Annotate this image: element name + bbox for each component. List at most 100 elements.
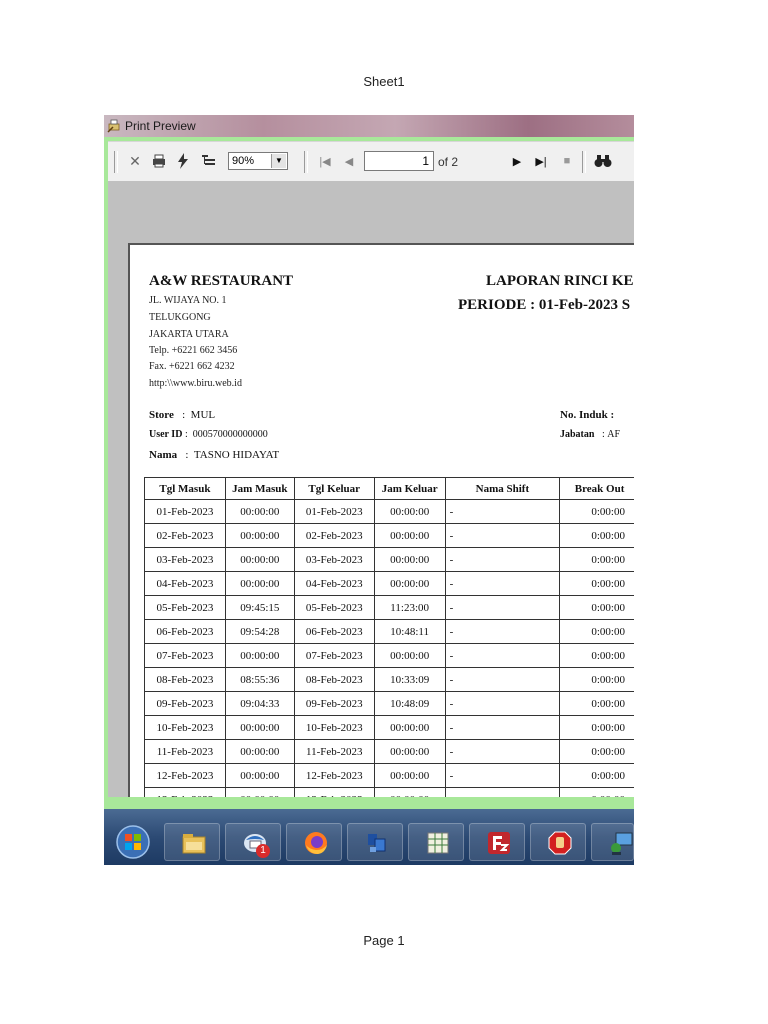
jam-keluar-cell: 00:00:00 <box>373 643 446 668</box>
tgl-masuk-cell: 09-Feb-2023 <box>144 691 226 716</box>
nama-row: Nama : TASNO HIDAYAT <box>149 449 280 461</box>
break-out-cell: 0:00:00 <box>559 715 634 740</box>
jam-masuk-cell: 00:00:00 <box>224 763 295 788</box>
zoom-select[interactable]: 90% ▼ <box>228 152 288 170</box>
tgl-masuk-cell: 04-Feb-2023 <box>144 571 226 596</box>
previous-page-icon[interactable]: ◀ <box>340 152 358 170</box>
taskbar-spreadsheet[interactable] <box>408 823 464 861</box>
store-row: Store : MUL <box>149 409 216 421</box>
stop-hand-icon <box>548 831 572 855</box>
taskbar-thunderbird[interactable]: 1 <box>225 823 281 861</box>
column-header: Jam Masuk <box>224 477 295 500</box>
tgl-keluar-cell: 02-Feb-2023 <box>293 523 375 548</box>
table-row: 06-Feb-2023 09:54:28 06-Feb-2023 10:48:11-0… <box>144 619 634 644</box>
nama-shift-cell: - <box>444 763 561 788</box>
table-row: 11-Feb-2023 00:00:00 11-Feb-2023 00:00:00-0… <box>144 739 634 764</box>
jam-keluar-cell: 11:23:00 <box>373 595 446 620</box>
tgl-keluar-cell: 09-Feb-2023 <box>293 691 375 716</box>
last-page-icon[interactable]: ▶| <box>532 152 550 170</box>
taskbar-stop-app[interactable] <box>530 823 586 861</box>
report-title: LAPORAN RINCI KE <box>486 273 634 289</box>
taskbar: 1 <box>104 809 634 865</box>
jam-masuk-cell: 00:00:00 <box>224 643 295 668</box>
address-line: JAKARTA UTARA <box>149 329 229 340</box>
column-header: Break Out <box>559 477 634 500</box>
table-row: 10-Feb-2023 00:00:00 10-Feb-2023 00:00:00-0… <box>144 715 634 740</box>
taskbar-firefox[interactable] <box>286 823 342 861</box>
nama-shift-cell: - <box>444 571 561 596</box>
tree-view-icon[interactable] <box>200 152 218 170</box>
taskbar-filezilla[interactable] <box>469 823 525 861</box>
page-of-label: of 2 <box>438 155 459 169</box>
close-icon[interactable]: ✕ <box>126 152 144 170</box>
tgl-masuk-cell: 11-Feb-2023 <box>144 739 226 764</box>
notification-badge: 1 <box>256 844 270 858</box>
nama-shift-cell: - <box>444 499 561 524</box>
tgl-masuk-cell: 06-Feb-2023 <box>144 619 226 644</box>
table-row: 01-Feb-2023 00:00:00 01-Feb-2023 00:00:00-0… <box>144 499 634 524</box>
table-row: 12-Feb-2023 00:00:00 12-Feb-2023 00:00:00-0… <box>144 763 634 788</box>
taskbar-network-app[interactable] <box>347 823 403 861</box>
noinduk-label: No. Induk : <box>560 409 615 421</box>
binoculars-icon[interactable] <box>594 152 612 170</box>
table-row: 09-Feb-2023 09:04:33 09-Feb-2023 10:48:09-0… <box>144 691 634 716</box>
table-row: 02-Feb-2023 00:00:00 02-Feb-2023 00:00:00-0… <box>144 523 634 548</box>
nama-shift-cell: - <box>444 739 561 764</box>
tgl-keluar-cell: 11-Feb-2023 <box>293 739 375 764</box>
print-icon[interactable] <box>150 152 168 170</box>
break-out-cell: 0:00:00 <box>559 595 634 620</box>
lightning-icon[interactable] <box>174 152 192 170</box>
preview-area[interactable]: A&W RESTAURANT JL. WIJAYA NO. 1 TELUKGON… <box>108 181 634 865</box>
tgl-masuk-cell: 12-Feb-2023 <box>144 763 226 788</box>
report-period: PERIODE : 01-Feb-2023 S <box>458 297 631 313</box>
spreadsheet-icon <box>427 832 449 854</box>
userid-value: 000570000000000 <box>192 429 268 440</box>
attendance-table: Tgl Masuk Jam Masuk Tgl Keluar Jam Kelua… <box>144 477 634 836</box>
stop-icon[interactable]: ■ <box>558 152 576 170</box>
jabatan-label: Jabatan <box>560 429 595 440</box>
jam-masuk-cell: 09:45:15 <box>224 595 295 620</box>
firefox-icon <box>305 832 327 854</box>
file-explorer-icon <box>182 834 206 854</box>
jam-keluar-cell: 00:00:00 <box>373 739 446 764</box>
tgl-masuk-cell: 03-Feb-2023 <box>144 547 226 572</box>
chevron-down-icon[interactable]: ▼ <box>271 154 286 168</box>
taskbar-monitor-app[interactable] <box>591 823 634 861</box>
next-page-icon[interactable]: ▶ <box>508 152 526 170</box>
column-header: Nama Shift <box>444 477 561 500</box>
jam-keluar-cell: 00:00:00 <box>373 571 446 596</box>
nama-shift-cell: - <box>444 643 561 668</box>
tgl-keluar-cell: 08-Feb-2023 <box>293 667 375 692</box>
page-footer: Page 1 <box>363 933 405 948</box>
fax-line: Fax. +6221 662 4232 <box>149 361 235 372</box>
jam-keluar-cell: 10:48:09 <box>373 691 446 716</box>
jam-masuk-cell: 00:00:00 <box>224 571 295 596</box>
break-out-cell: 0:00:00 <box>559 571 634 596</box>
jam-keluar-cell: 00:00:00 <box>373 499 446 524</box>
toolbar-separator <box>114 151 118 173</box>
taskbar-file-explorer[interactable] <box>164 823 220 861</box>
table-row: 08-Feb-2023 08:55:36 08-Feb-2023 10:33:09-0… <box>144 667 634 692</box>
jam-keluar-cell: 00:00:00 <box>373 715 446 740</box>
first-page-icon[interactable]: |◀ <box>316 152 334 170</box>
nama-value: TASNO HIDAYAT <box>193 449 280 461</box>
break-out-cell: 0:00:00 <box>559 643 634 668</box>
page-number-input[interactable]: 1 <box>364 151 434 171</box>
tgl-keluar-cell: 07-Feb-2023 <box>293 643 375 668</box>
userid-row: User ID : 000570000000000 <box>149 429 268 440</box>
tgl-masuk-cell: 08-Feb-2023 <box>144 667 226 692</box>
preview-toolbar: ✕ 90% ▼ |◀ ◀ 1 of 2 ▶ ▶| ■ <box>108 141 634 182</box>
table-row: 05-Feb-2023 09:45:15 05-Feb-2023 11:23:00-0… <box>144 595 634 620</box>
tgl-keluar-cell: 05-Feb-2023 <box>293 595 375 620</box>
window-titlebar[interactable]: Print Preview <box>104 115 634 137</box>
jam-masuk-cell: 00:00:00 <box>224 739 295 764</box>
report-page: A&W RESTAURANT JL. WIJAYA NO. 1 TELUKGON… <box>128 243 634 865</box>
break-out-cell: 0:00:00 <box>559 691 634 716</box>
nama-shift-cell: - <box>444 619 561 644</box>
print-preview-screenshot: Print Preview ✕ 90% ▼ |◀ ◀ 1 of 2 ▶ ▶| ■ <box>104 115 634 865</box>
tgl-keluar-cell: 03-Feb-2023 <box>293 547 375 572</box>
start-button[interactable] <box>106 823 162 861</box>
nama-shift-cell: - <box>444 595 561 620</box>
nama-shift-cell: - <box>444 715 561 740</box>
jam-masuk-cell: 09:04:33 <box>224 691 295 716</box>
